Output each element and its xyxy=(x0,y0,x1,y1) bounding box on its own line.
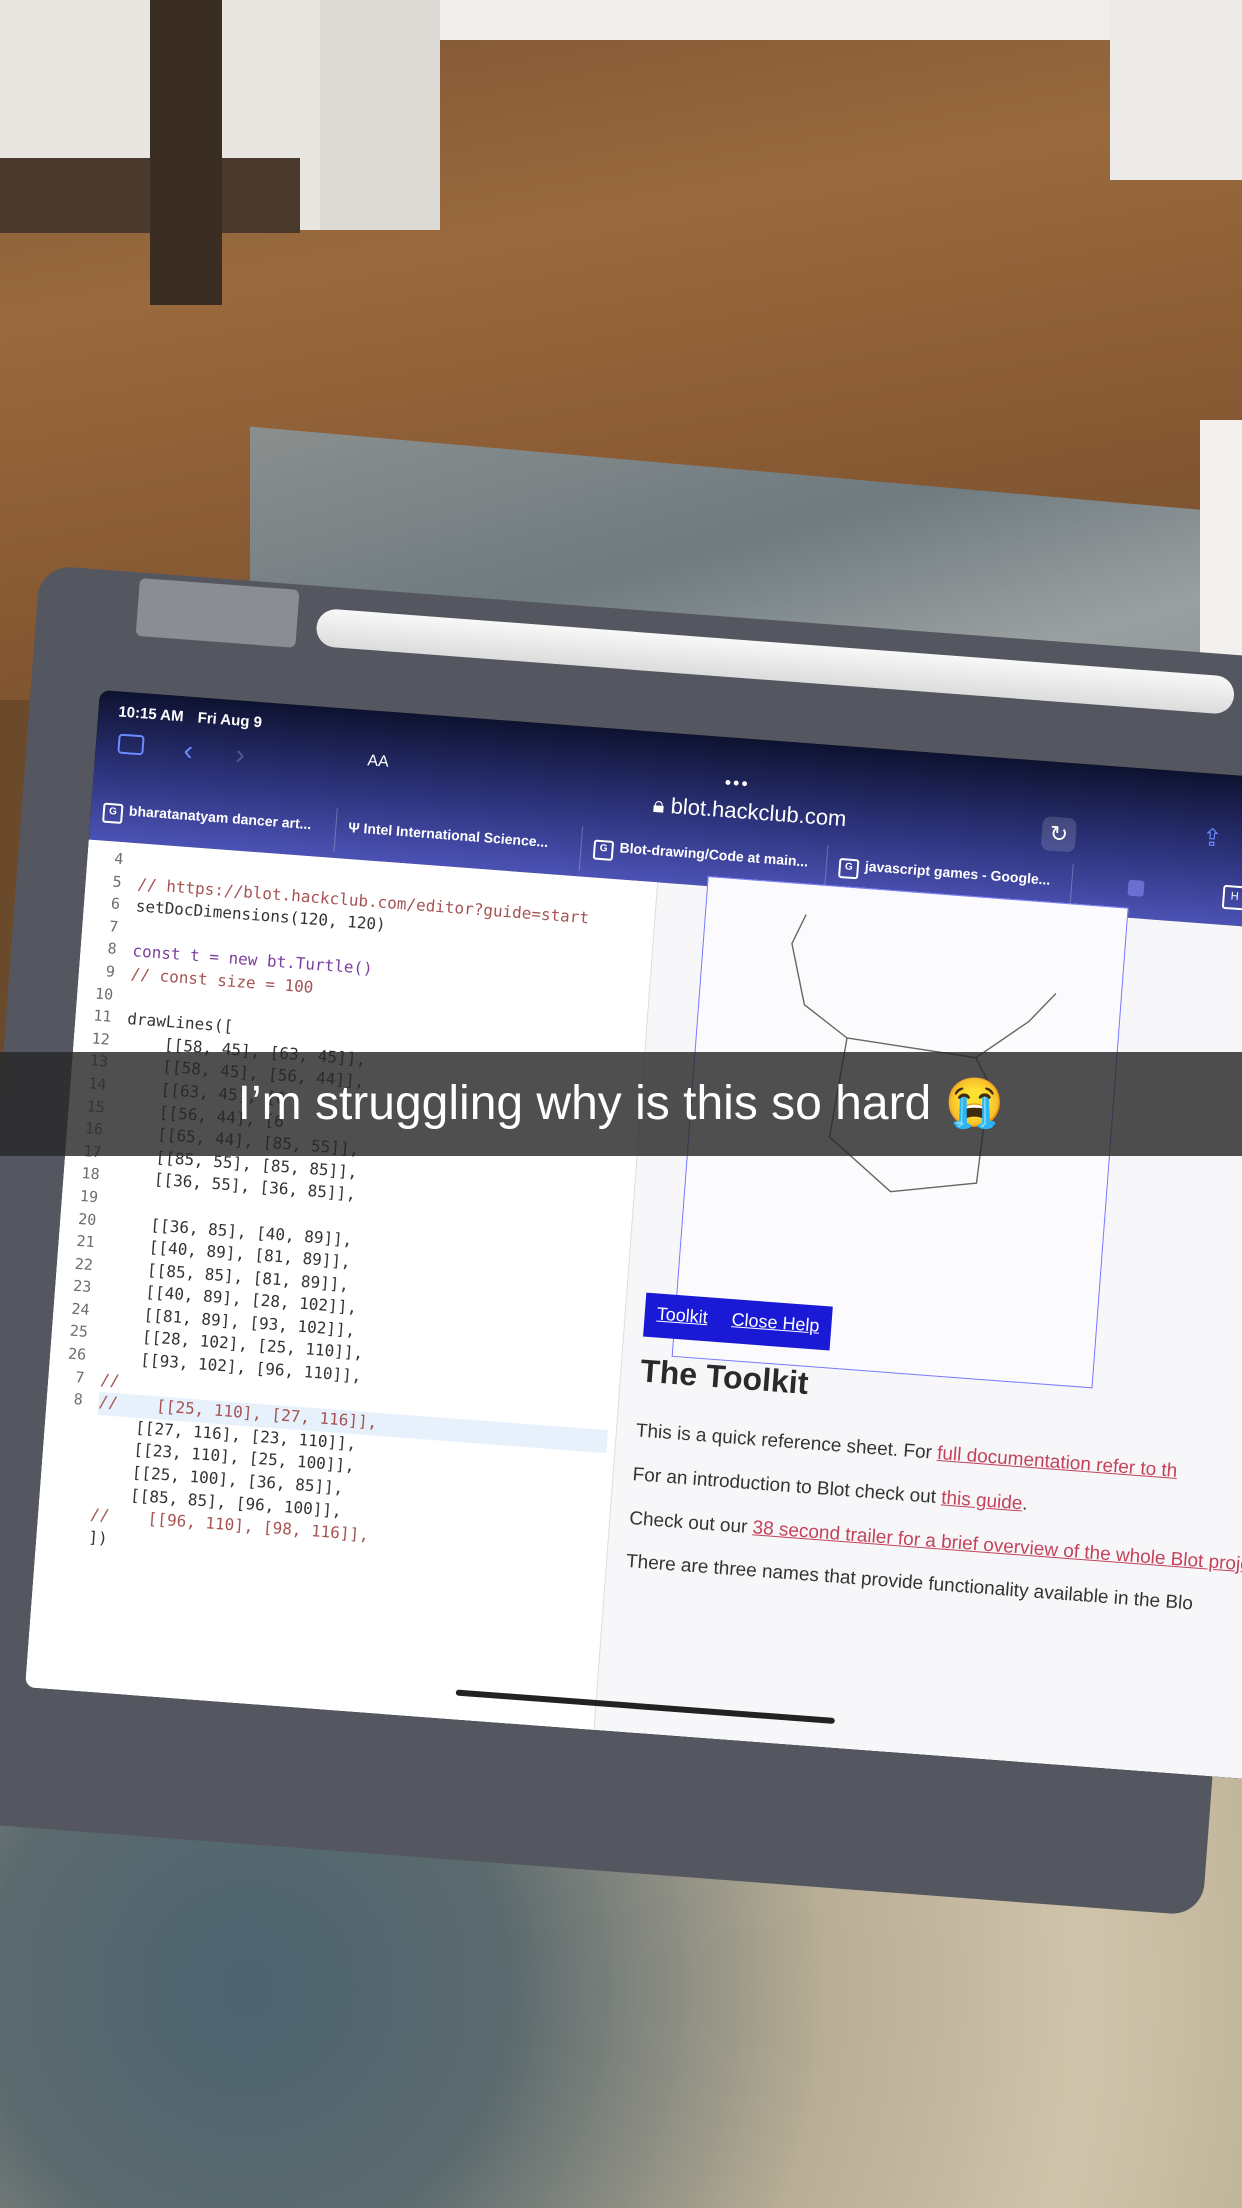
line-number: 8 xyxy=(73,1390,84,1409)
line-number: 10 xyxy=(94,984,114,1004)
reload-icon[interactable]: ↻ xyxy=(1040,816,1078,853)
line-number: 7 xyxy=(74,1367,86,1387)
line-number: 11 xyxy=(92,1006,113,1026)
text-size-button[interactable]: AA xyxy=(367,752,390,772)
lock-icon: 🔒︎ xyxy=(652,791,672,819)
line-number: 5 xyxy=(112,872,123,891)
status-date: Fri Aug 9 xyxy=(197,709,263,732)
drawn-line xyxy=(846,993,1057,1059)
toolkit-link[interactable]: Toolkit xyxy=(643,1293,721,1343)
line-number: 21 xyxy=(75,1231,96,1252)
back-icon[interactable]: ‹ xyxy=(183,734,195,767)
url-text: blot.hackclub.com xyxy=(669,793,848,832)
line-number: 12 xyxy=(91,1029,111,1049)
google-icon: G xyxy=(837,857,860,880)
toolkit-docs: The Toolkit This is a quick reference sh… xyxy=(624,1352,1242,1646)
line-number: 22 xyxy=(74,1254,94,1274)
tab-close-icon[interactable] xyxy=(1127,879,1145,897)
google-icon: G xyxy=(592,839,615,861)
status-bar: 10:15 AM Fri Aug 9 xyxy=(118,703,273,731)
google-icon: G xyxy=(102,802,124,825)
sidebar-icon[interactable] xyxy=(117,733,145,756)
snap-caption: I’m struggling why is this so hard 😭 xyxy=(237,1077,1005,1130)
line-number xyxy=(42,1433,84,1459)
address-bar[interactable]: 🔒︎ blot.hackclub.com xyxy=(652,792,847,832)
more-dots-icon[interactable]: ••• xyxy=(724,772,750,795)
drawn-line xyxy=(791,914,848,1039)
line-number: 8 xyxy=(106,939,118,959)
code-editor[interactable]: 4567891011121314151617181920212223242526… xyxy=(25,839,659,1730)
full-docs-link[interactable]: full documentation refer to th xyxy=(936,1443,1178,1482)
forward-icon[interactable]: › xyxy=(234,738,246,771)
line-number xyxy=(37,1501,79,1527)
guide-link[interactable]: this guide xyxy=(940,1487,1023,1514)
ipad-screen: 10:15 AM Fri Aug 9 ‹ › AA ••• 🔒︎ blot.ha… xyxy=(25,690,1242,1785)
line-number: 26 xyxy=(67,1344,87,1364)
line-number: 20 xyxy=(77,1209,97,1229)
case-latch xyxy=(135,578,300,648)
line-number: 4 xyxy=(113,849,125,869)
line-number: 7 xyxy=(108,917,119,936)
plant-icon: Ψ xyxy=(347,819,365,837)
line-number xyxy=(39,1478,81,1504)
status-time: 10:15 AM xyxy=(117,703,185,726)
line-number xyxy=(44,1411,86,1437)
code-lines[interactable]: // https://blot.hackclub.com/editor?guid… xyxy=(87,851,648,1588)
line-number xyxy=(41,1456,83,1482)
line-number: 23 xyxy=(72,1276,92,1297)
share-icon[interactable]: ⇪ xyxy=(1201,823,1223,853)
tab-h-icon[interactable]: H xyxy=(1221,884,1242,911)
line-number xyxy=(34,1546,76,1572)
line-number: 6 xyxy=(110,894,121,914)
line-number: 24 xyxy=(70,1299,91,1319)
line-number xyxy=(36,1523,78,1549)
line-number: 18 xyxy=(80,1164,101,1184)
line-number: 19 xyxy=(79,1186,99,1207)
blot-editor-page: 4567891011121314151617181920212223242526… xyxy=(25,839,1242,1785)
line-number: 25 xyxy=(69,1322,89,1342)
close-help-link[interactable]: Close Help xyxy=(718,1298,833,1350)
line-number: 9 xyxy=(105,962,116,981)
